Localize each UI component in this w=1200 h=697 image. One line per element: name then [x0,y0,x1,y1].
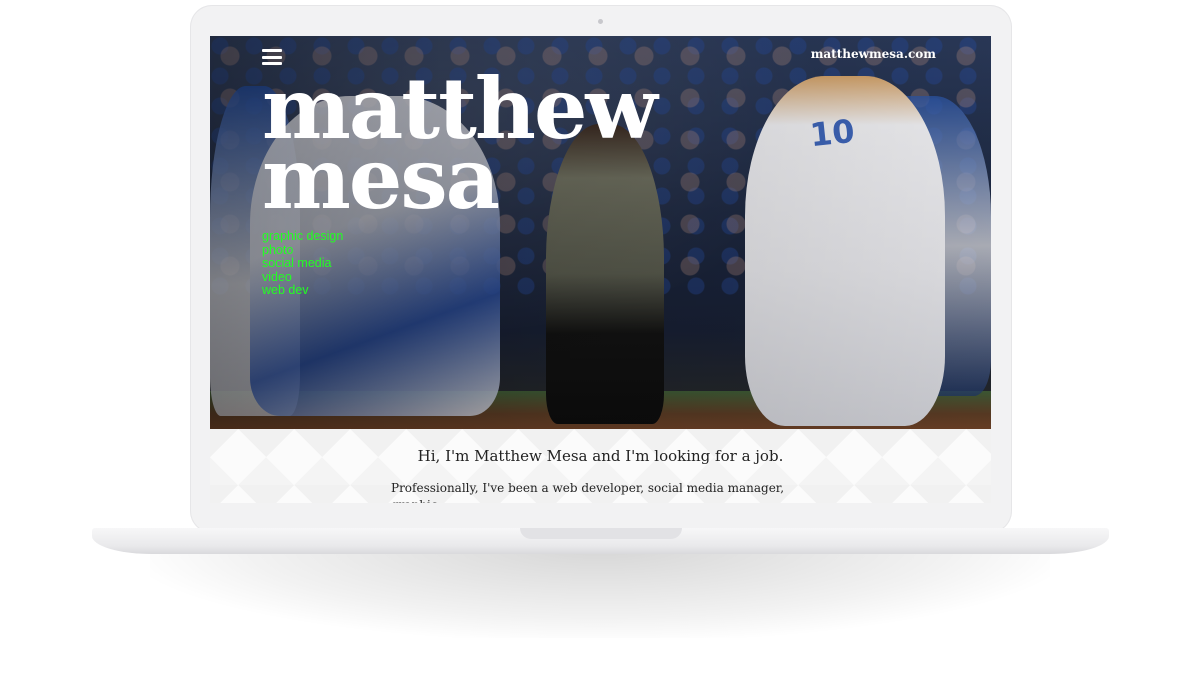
laptop-shadow [150,548,1050,638]
nav-item-web-dev[interactable]: web dev [262,284,343,298]
hero-photo: 10 matthewmesa.com matthew mesa graphic … [210,36,991,429]
nav-item-photo[interactable]: photo [262,243,343,258]
nav-item-graphic-design[interactable]: graphic design [262,229,343,244]
menu-bar [262,49,282,52]
intro-body-text: Professionally, I've been a web develope… [391,481,785,503]
laptop-base-notch [520,528,682,539]
laptop-screen: 10 matthewmesa.com matthew mesa graphic … [210,36,991,503]
intro-heading: Hi, I'm Matthew Mesa and I'm looking for… [417,447,784,465]
webcam-dot [598,19,603,24]
brand-name: matthew mesa [262,67,658,221]
site-url-link[interactable]: matthewmesa.com [811,47,936,61]
nav-item-video[interactable]: video [262,270,343,285]
portfolio-nav: graphic design photo social media video … [262,229,343,298]
intro-section: Hi, I'm Matthew Mesa and I'm looking for… [210,429,991,503]
nav-item-social-media[interactable]: social media [262,257,343,271]
